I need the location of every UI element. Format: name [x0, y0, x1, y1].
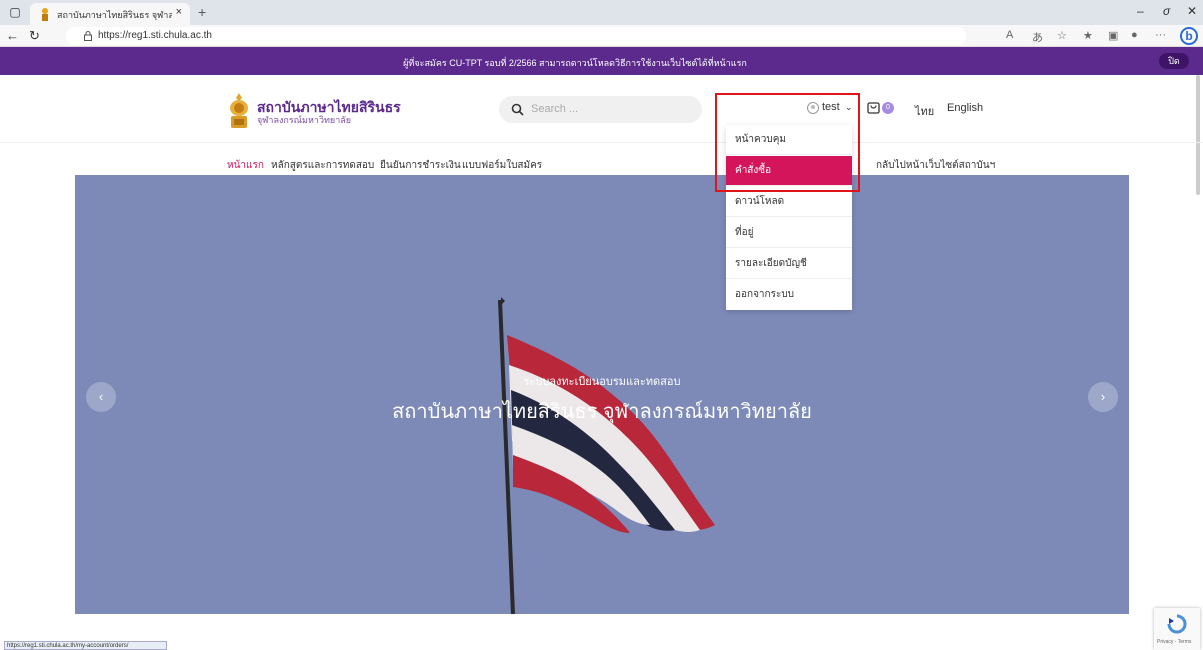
lang-thai-link[interactable]: ไทย [915, 102, 934, 120]
nav-back-to-institute[interactable]: กลับไปหน้าเว็บไซต์สถาบันฯ [876, 158, 995, 173]
window-close-icon[interactable]: ✕ [1187, 4, 1197, 18]
minimize-icon[interactable]: – [1137, 4, 1144, 18]
browser-tab[interactable]: สถาบันภาษาไทยสิรินธร จุฬาลงกรณ์ม × [30, 3, 190, 25]
favorite-add-icon[interactable]: ☆ [1057, 29, 1067, 42]
status-bar-url: https://reg1.sti.chula.ac.th/my-account/… [4, 641, 167, 650]
menu-item-logout[interactable]: ออกจากระบบ [726, 280, 852, 310]
translate-icon[interactable]: あ [1032, 29, 1043, 45]
announcement-text: ผู้ที่จะสมัคร CU-TPT รอบที่ 2/2566 สามาร… [403, 58, 747, 68]
search-input[interactable]: Search ... [499, 96, 702, 123]
tab-title: สถาบันภาษาไทยสิรินธร จุฬาลงกรณ์ม [57, 10, 172, 20]
nav-courses[interactable]: หลักสูตรและการทดสอบ [271, 158, 374, 173]
profile-icon[interactable]: ● [1131, 29, 1138, 41]
restore-icon[interactable]: σ [1163, 4, 1170, 18]
favorites-icon[interactable]: ★ [1083, 29, 1093, 42]
slider-prev-icon[interactable]: ‹ [86, 382, 116, 412]
bing-icon[interactable]: b [1180, 27, 1198, 45]
cart-icon[interactable] [867, 101, 880, 114]
logo-subtitle: จุฬาลงกรณ์มหาวิทยาลัย [257, 115, 352, 125]
search-placeholder: Search ... [531, 103, 579, 115]
menu-item-addresses[interactable]: ที่อยู่ [726, 218, 852, 248]
menu-item-account-details[interactable]: รายละเอียดบัญชี [726, 249, 852, 279]
nav-home[interactable]: หน้าแรก [227, 158, 264, 173]
nav-application-form[interactable]: แบบฟอร์มใบสมัคร [462, 158, 542, 173]
more-icon[interactable]: ··· [1155, 29, 1166, 41]
browser-toolbar: ← ↻ https://reg1.sti.chula.ac.th A あ ☆ ★… [0, 25, 1203, 47]
refresh-icon[interactable]: ↻ [29, 28, 40, 44]
logo-emblem-icon[interactable] [228, 92, 250, 130]
tab-close-icon[interactable]: × [176, 6, 182, 18]
recaptcha-icon [1167, 614, 1187, 634]
page-scrollbar[interactable] [1196, 75, 1200, 195]
lock-icon [84, 31, 92, 41]
read-aloud-icon[interactable]: A [1006, 29, 1013, 41]
collections-icon[interactable]: ▣ [1108, 29, 1118, 42]
hero-title: สถาบันภาษาไทยสิรินธร จุฬาลงกรณ์มหาวิทยาล… [392, 401, 812, 423]
recaptcha-text: Privacy - Terms [1157, 639, 1192, 645]
address-bar[interactable]: https://reg1.sti.chula.ac.th [66, 27, 966, 45]
cart-count-badge: 0 [882, 102, 894, 114]
hero-banner: ระบบลงทะเบียนอบรมและทดสอบ สถาบันภาษาไทยส… [75, 175, 1129, 614]
announcement-bar: ผู้ที่จะสมัคร CU-TPT รอบที่ 2/2566 สามาร… [0, 47, 1203, 75]
slider-next-icon[interactable]: › [1088, 382, 1118, 412]
lang-english-link[interactable]: English [947, 102, 983, 114]
main-nav: หน้าแรก หลักสูตรและการทดสอบ ยืนยันการชำร… [0, 142, 1203, 175]
site-favicon [42, 8, 48, 21]
highlight-annotation-box [715, 93, 860, 192]
new-tab-button[interactable]: + [198, 4, 206, 20]
search-icon [511, 103, 524, 116]
announcement-close-button[interactable]: ปิด [1159, 53, 1189, 69]
browser-tab-bar: ▢ สถาบันภาษาไทยสิรินธร จุฬาลงกรณ์ม × + –… [0, 0, 1203, 25]
nav-payment-confirm[interactable]: ยืนยันการชำระเงิน [380, 158, 461, 173]
tab-actions-icon[interactable]: ▢ [6, 4, 24, 21]
hero-subtitle: ระบบลงทะเบียนอบรมและทดสอบ [523, 376, 681, 388]
back-icon[interactable]: ← [6, 28, 19, 43]
url-text: https://reg1.sti.chula.ac.th [98, 30, 212, 41]
recaptcha-badge[interactable]: Privacy - Terms [1154, 608, 1200, 650]
